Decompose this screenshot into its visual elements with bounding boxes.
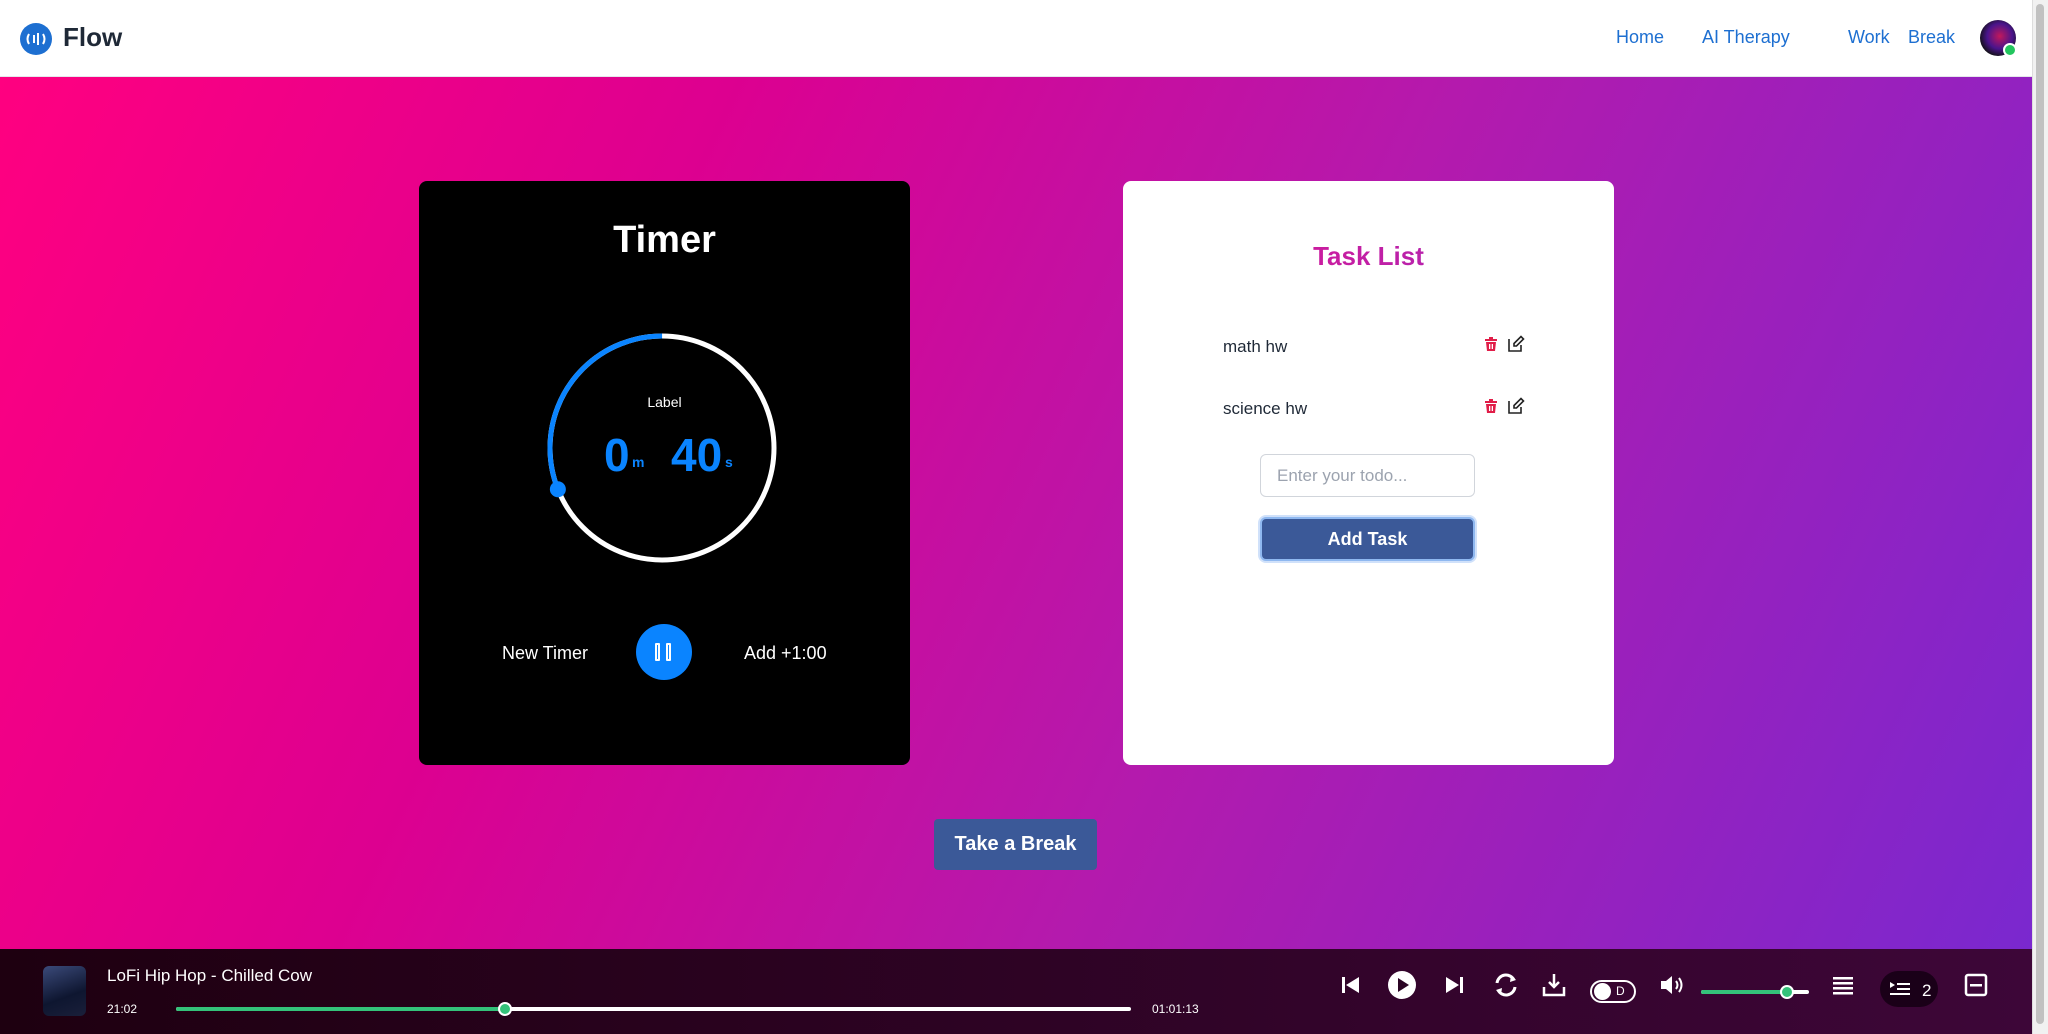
timer-ring-elapsed-arc xyxy=(547,333,777,563)
pause-icon-bar xyxy=(666,643,671,661)
timer-card: Timer Label 0 m 40 s New Timer Add +1:00 xyxy=(419,181,910,765)
timer-seconds: 40 xyxy=(671,429,723,481)
seek-bar-fill xyxy=(176,1007,505,1011)
take-a-break-button[interactable]: Take a Break xyxy=(934,819,1097,870)
delete-task-icon[interactable] xyxy=(1481,334,1501,354)
delete-task-icon[interactable] xyxy=(1481,396,1501,416)
pause-icon xyxy=(655,643,660,661)
todo-input[interactable] xyxy=(1260,454,1475,497)
track-duration: 01:01:13 xyxy=(1152,1002,1199,1016)
minimize-player-icon[interactable] xyxy=(1960,969,1992,1001)
volume-icon[interactable] xyxy=(1656,969,1688,1001)
playlist-icon[interactable] xyxy=(1827,969,1859,1001)
album-cover xyxy=(43,966,86,1016)
add-minute-button[interactable]: Add +1:00 xyxy=(744,643,827,664)
elapsed-time: 21:02 xyxy=(107,1002,138,1016)
main-background: Timer Label 0 m 40 s New Timer Add +1:00… xyxy=(0,77,2032,949)
task-list-title: Task List xyxy=(1123,241,1614,272)
nav-ai-therapy-link[interactable]: AI Therapy xyxy=(1702,27,1790,48)
timer-title: Timer xyxy=(613,219,716,261)
music-player-bar: LoFi Hip Hop - Chilled Cow 21:02 01:01:1… xyxy=(0,949,2032,1034)
brand-name[interactable]: Flow xyxy=(63,22,122,53)
timer-minutes: 0 xyxy=(604,429,630,481)
timer-label: Label xyxy=(647,394,682,410)
timer-seconds-unit: s xyxy=(725,454,733,470)
task-item-text: science hw xyxy=(1223,399,1308,418)
play-icon[interactable] xyxy=(1386,969,1418,1001)
download-icon[interactable] xyxy=(1538,969,1570,1001)
theme-toggle[interactable]: D xyxy=(1590,980,1636,1003)
new-timer-button[interactable]: New Timer xyxy=(502,643,588,664)
queue-button[interactable]: 2 xyxy=(1880,971,1938,1007)
online-status-dot xyxy=(2003,43,2017,57)
task-item-text: math hw xyxy=(1223,337,1288,356)
seek-bar-handle[interactable] xyxy=(497,1002,512,1016)
nav-break-link[interactable]: Break xyxy=(1908,27,1955,48)
queue-icon xyxy=(1890,982,1910,995)
next-track-icon[interactable] xyxy=(1438,969,1470,1001)
nav-work-link[interactable]: Work xyxy=(1848,27,1890,48)
volume-fill xyxy=(1701,990,1788,994)
seek-bar[interactable] xyxy=(176,1002,1131,1016)
toggle-label: D xyxy=(1616,984,1625,998)
task-list-card: Task List math hw science hw Add Task xyxy=(1123,181,1614,765)
volume-handle[interactable] xyxy=(1780,985,1795,999)
pause-button[interactable] xyxy=(636,624,692,680)
flow-logo-icon[interactable] xyxy=(20,23,52,55)
volume-slider[interactable] xyxy=(1701,985,1809,999)
add-task-button[interactable]: Add Task xyxy=(1260,517,1475,561)
nav-home-link[interactable]: Home xyxy=(1616,27,1664,48)
timer-ring-knob xyxy=(549,481,566,498)
scrollbar-thumb[interactable] xyxy=(2036,4,2044,1024)
queue-count: 2 xyxy=(1922,981,1932,1000)
repeat-icon[interactable] xyxy=(1490,969,1522,1001)
edit-task-icon[interactable] xyxy=(1506,334,1526,354)
previous-track-icon[interactable] xyxy=(1335,969,1367,1001)
toggle-knob xyxy=(1594,983,1611,1000)
timer-minutes-unit: m xyxy=(632,454,645,470)
timer-progress-ring xyxy=(547,333,777,563)
track-title: LoFi Hip Hop - Chilled Cow xyxy=(107,966,313,985)
top-navbar: Flow Home AI Therapy Work Break xyxy=(0,0,2032,77)
edit-task-icon[interactable] xyxy=(1506,396,1526,416)
